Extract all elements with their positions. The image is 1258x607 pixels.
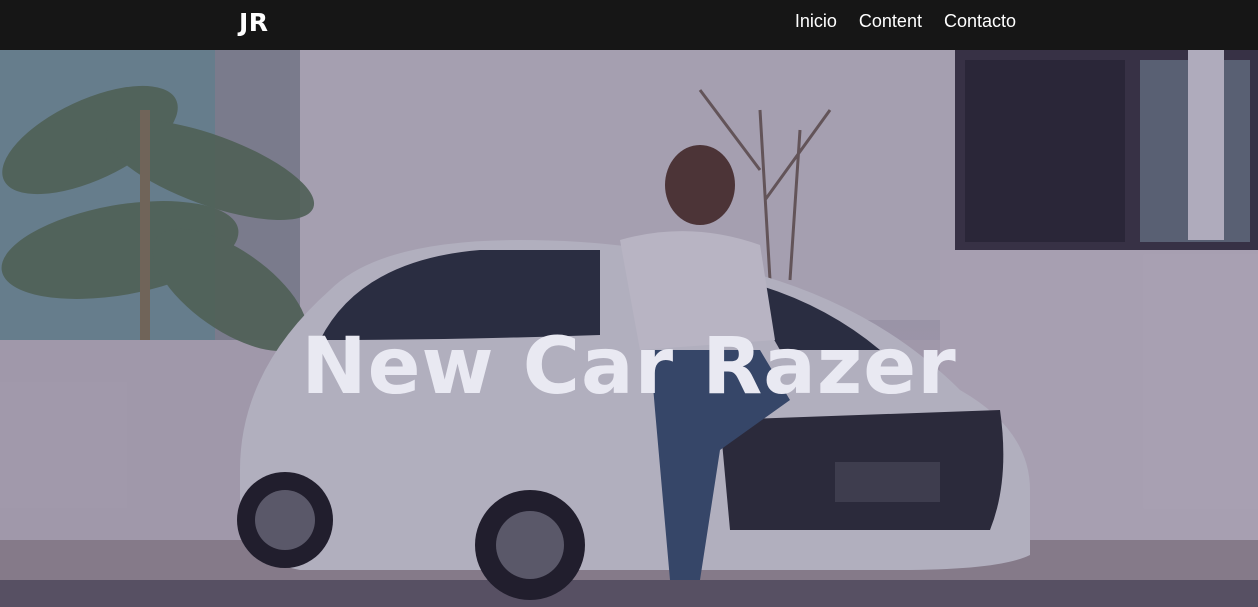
main-nav: Inicio Content Contacto (795, 11, 1016, 32)
hero-section: New Car Razer (0, 50, 1258, 607)
hero-title: New Car Razer (301, 322, 957, 412)
navbar: JR Inicio Content Contacto (0, 0, 1258, 50)
nav-link-contacto[interactable]: Contacto (944, 11, 1016, 32)
nav-link-content[interactable]: Content (859, 11, 922, 32)
logo-link[interactable]: JR (239, 8, 269, 37)
nav-link-inicio[interactable]: Inicio (795, 11, 837, 32)
